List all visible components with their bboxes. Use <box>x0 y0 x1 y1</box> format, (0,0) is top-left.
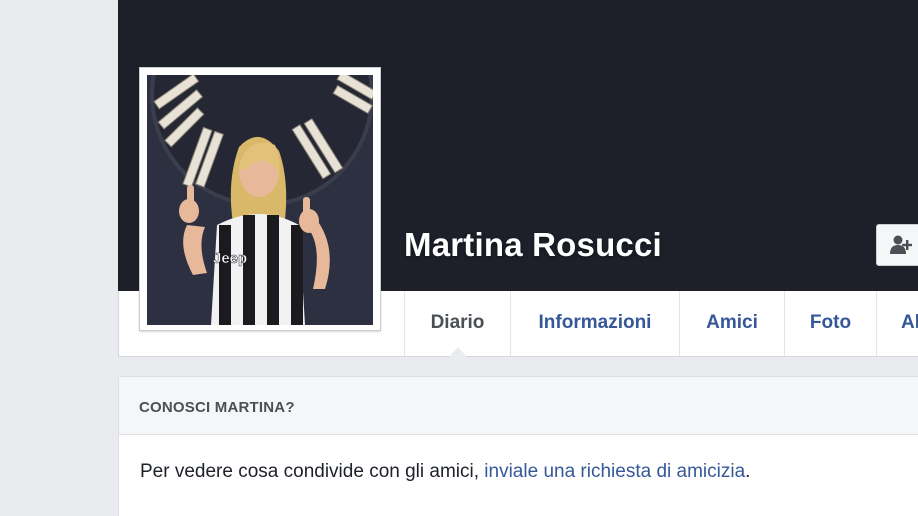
profile-picture-frame[interactable]: Jeep <box>139 67 381 331</box>
active-tab-indicator <box>449 347 467 357</box>
card-body-text: Per vedere cosa condivide con gli amici,… <box>140 461 750 483</box>
card-text-after: . <box>745 461 751 482</box>
tab-altro[interactable]: Al <box>876 291 918 356</box>
profile-photo[interactable]: Jeep <box>147 75 373 325</box>
tab-amici[interactable]: Amici <box>679 291 784 356</box>
jersey-sponsor-text: Jeep <box>213 250 247 267</box>
tab-informazioni[interactable]: Informazioni <box>510 291 679 356</box>
intro-card: CONOSCI MARTINA? Per vedere cosa condivi… <box>118 376 918 516</box>
friend-request-link[interactable]: inviale una richiesta di amicizia <box>484 461 745 482</box>
page-gutter <box>0 0 118 516</box>
profile-photo-illustration: Jeep <box>147 75 373 325</box>
card-title: CONOSCI MARTINA? <box>139 399 295 416</box>
card-header: CONOSCI MARTINA? <box>119 377 918 435</box>
tab-foto[interactable]: Foto <box>784 291 876 356</box>
profile-name[interactable]: Martina Rosucci <box>404 226 662 264</box>
card-text-before: Per vedere cosa condivide con gli amici, <box>140 461 485 482</box>
add-friend-button[interactable] <box>876 224 918 266</box>
add-friend-icon <box>890 235 912 254</box>
